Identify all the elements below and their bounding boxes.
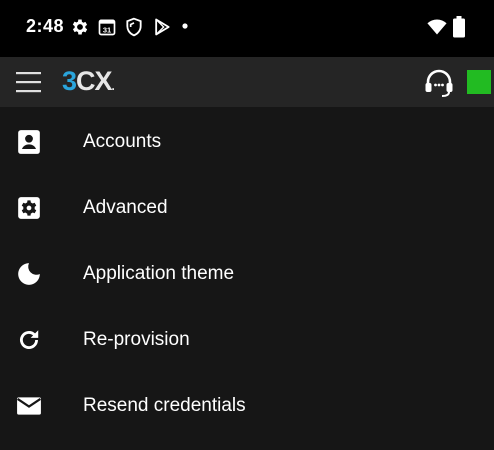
shield-icon [124, 17, 144, 37]
app-bar: 3CX. [0, 57, 494, 107]
menu-item-label: Accounts [83, 131, 162, 152]
logo-3: 3 [62, 66, 77, 96]
moon-icon [16, 261, 42, 287]
calendar-number: 31 [103, 25, 111, 34]
logo-cx: CX [76, 66, 113, 96]
wifi-icon [426, 17, 448, 37]
menu-item-resend-credentials[interactable]: Resend credentials [0, 372, 494, 438]
settings-icon [70, 17, 90, 37]
app-logo: 3CX. [62, 66, 116, 97]
dot-icon [180, 21, 190, 31]
mail-icon [16, 393, 42, 419]
status-time: 2:48 [26, 16, 65, 36]
menu-item-re-provision[interactable]: Re-provision [0, 306, 494, 372]
status-bar: 2:48 31 [0, 0, 494, 57]
menu-item-application-theme[interactable]: Application theme [0, 240, 494, 306]
settings-menu-list: Accounts Advanced Application theme Re-p… [0, 108, 494, 438]
menu-item-label: Re-provision [83, 329, 190, 350]
settings-box-icon [16, 195, 42, 221]
menu-item-label: Advanced [83, 197, 168, 218]
menu-item-label: Application theme [83, 263, 235, 284]
logo-mark: . [111, 79, 116, 93]
hamburger-menu-icon[interactable] [16, 69, 42, 95]
refresh-icon [16, 327, 42, 353]
menu-item-advanced[interactable]: Advanced [0, 174, 494, 240]
headset-icon[interactable] [423, 68, 455, 98]
menu-item-label: Resend credentials [83, 395, 246, 416]
account-box-icon [16, 129, 42, 155]
battery-icon [452, 16, 466, 38]
play-store-icon [152, 17, 172, 37]
presence-status-indicator[interactable] [467, 70, 491, 94]
calendar-icon: 31 [97, 17, 117, 37]
menu-item-accounts[interactable]: Accounts [0, 108, 494, 174]
